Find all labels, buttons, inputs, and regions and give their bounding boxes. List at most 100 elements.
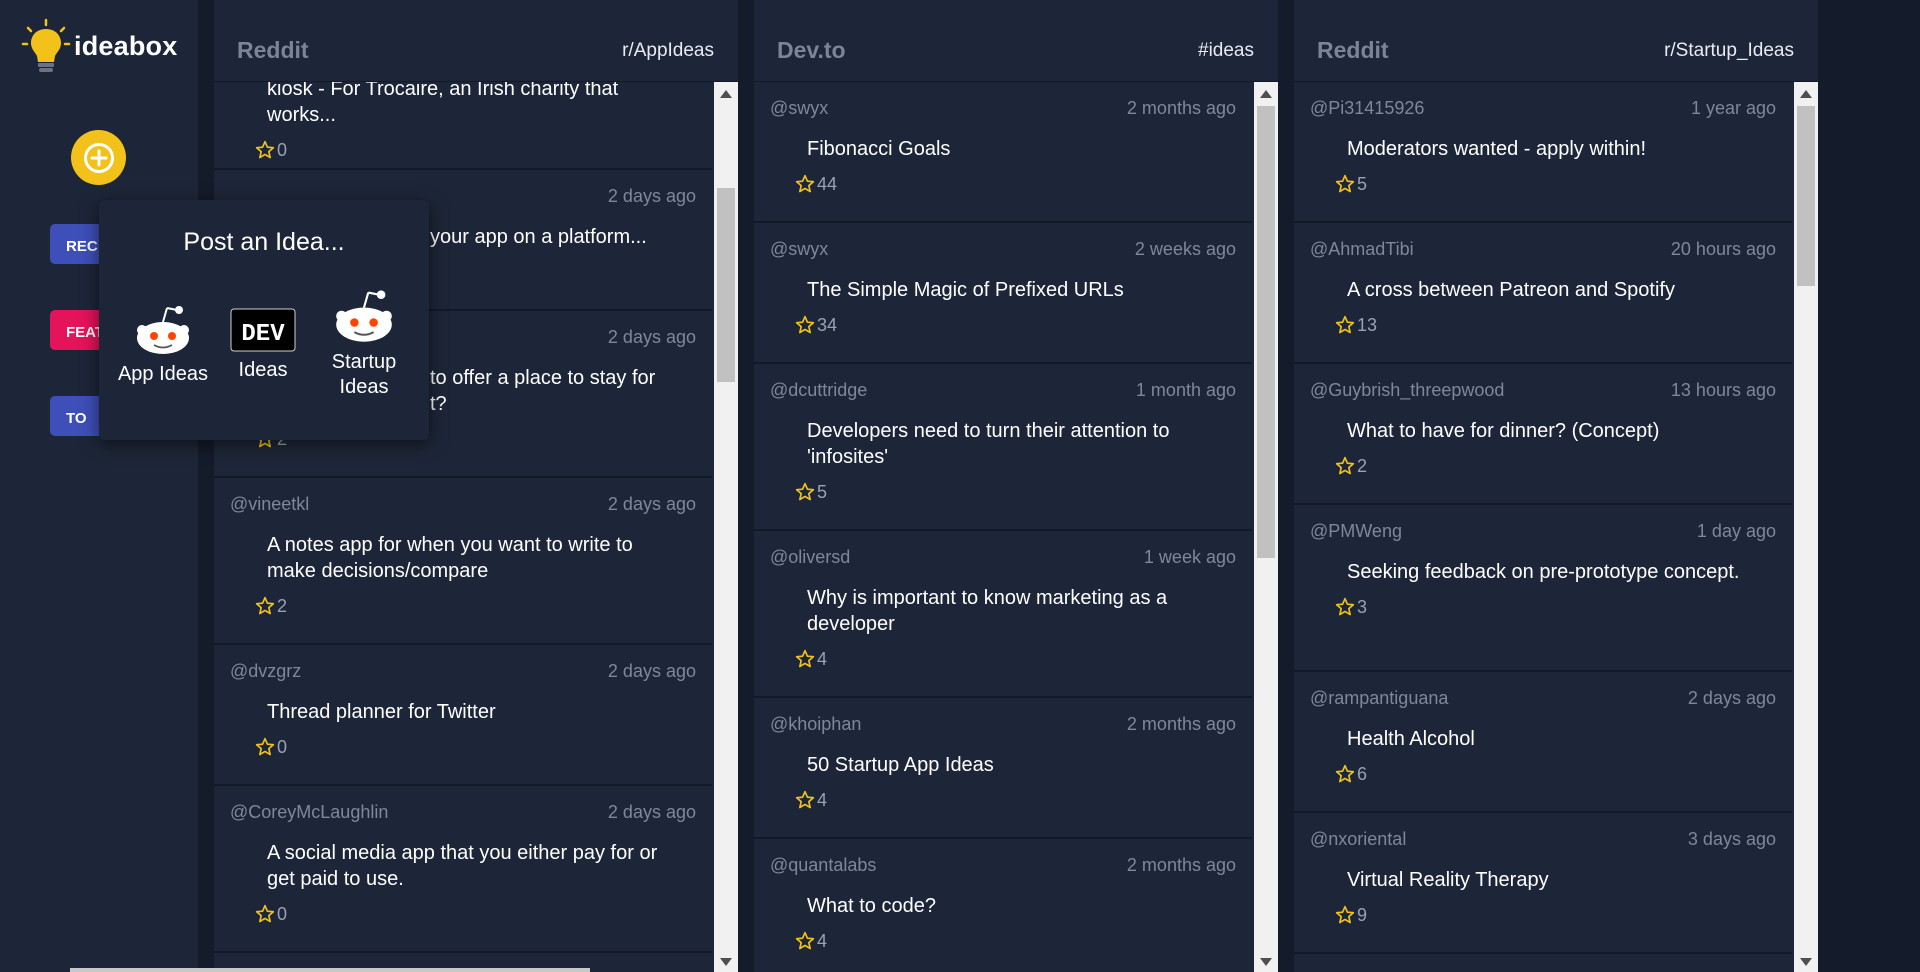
star-rating[interactable]: 4 — [795, 929, 1236, 953]
star-count: 34 — [817, 314, 838, 335]
idea-card[interactable]: @CoreyMcLaughlin 2 days ago A social medi… — [214, 786, 712, 953]
scroll-down-arrow[interactable] — [1800, 958, 1812, 966]
scroll-thumb[interactable] — [1257, 106, 1275, 558]
idea-author[interactable]: @swyx — [770, 237, 828, 261]
scrollbar[interactable] — [1794, 82, 1818, 972]
idea-author[interactable]: @oliversd — [770, 545, 850, 569]
star-rating[interactable]: 6 — [1335, 762, 1776, 786]
star-count: 4 — [817, 648, 828, 669]
star-rating[interactable]: 4 — [795, 647, 1236, 671]
idea-card[interactable]: @vineetkl 2 days ago A notes app for when… — [214, 478, 712, 645]
scroll-thumb[interactable] — [1797, 106, 1815, 286]
idea-time: 13 hours ago — [1670, 380, 1776, 400]
star-rating[interactable]: 9 — [1335, 903, 1776, 927]
post-option-startup-ideas[interactable]: Startup Ideas — [309, 286, 419, 400]
star-count: 5 — [1357, 173, 1368, 194]
idea-author[interactable]: @swyx — [770, 96, 828, 120]
app-logo[interactable]: ideabox — [20, 18, 177, 74]
idea-author[interactable]: @khoiphan — [770, 712, 861, 736]
star-rating[interactable]: 13 — [1335, 313, 1776, 337]
reddit-icon — [137, 306, 189, 354]
idea-title: Why is important to know marketing as a … — [807, 587, 1168, 635]
idea-time: 1 day ago — [1696, 521, 1776, 541]
star-icon — [1335, 174, 1355, 193]
idea-time: 1 year ago — [1690, 98, 1776, 118]
column-header: Reddit r/AppIdeas — [214, 0, 738, 82]
star-rating[interactable]: 2 — [1335, 454, 1776, 478]
column-scroll-area[interactable]: @Pi31415926 1 year ago Moderators wanted … — [1294, 82, 1818, 972]
column-scroll-area[interactable]: @swyx 2 months ago Fibonacci Goals 44 @sw… — [754, 82, 1278, 972]
scroll-thumb[interactable] — [717, 188, 735, 382]
popup-title: Post an Idea... — [183, 228, 345, 256]
idea-card[interactable]: @AhmadTibi 20 hours ago A cross between P… — [1294, 223, 1792, 364]
idea-author[interactable]: @vineetkl — [230, 492, 309, 516]
idea-time: 2 days ago — [607, 186, 696, 206]
idea-title: What to have for dinner? (Concept) — [1347, 420, 1660, 442]
star-count: 5 — [817, 481, 828, 502]
column-source: Reddit — [237, 37, 309, 63]
horizontal-scrollbar[interactable] — [70, 968, 590, 972]
column-tag[interactable]: r/Startup_Ideas — [1664, 20, 1794, 62]
idea-author[interactable]: @Pi31415926 — [1310, 96, 1424, 120]
card-list: @swyx 2 months ago Fibonacci Goals 44 @sw… — [754, 82, 1252, 972]
idea-time: 2 months ago — [1126, 855, 1236, 875]
add-idea-button[interactable] — [71, 130, 126, 185]
idea-card[interactable]: @rampantiguana 2 days ago Health Alcohol … — [1294, 672, 1792, 813]
star-count: 9 — [1357, 904, 1368, 925]
star-rating[interactable]: 0 — [255, 735, 696, 759]
star-icon — [255, 904, 275, 923]
scrollbar[interactable] — [1254, 82, 1278, 972]
idea-time: 2 months ago — [1126, 98, 1236, 118]
star-rating[interactable]: 5 — [795, 480, 1236, 504]
star-rating[interactable]: 34 — [795, 313, 1236, 337]
idea-time: 2 days ago — [607, 494, 696, 514]
star-rating[interactable]: 44 — [795, 172, 1236, 196]
scroll-up-arrow[interactable] — [720, 90, 732, 98]
scrollbar[interactable] — [714, 82, 738, 972]
post-option-ideas[interactable]: DEV Ideas — [221, 302, 305, 383]
idea-card[interactable]: @PMWeng 1 day ago Seeking feedback on pre… — [1294, 505, 1792, 672]
plus-circle-icon — [83, 142, 114, 173]
star-rating[interactable]: 0 — [255, 138, 696, 162]
feed-column-startup-ideas: Reddit r/Startup_Ideas @Pi31415926 1 year… — [1294, 0, 1818, 972]
idea-author[interactable]: @CoreyMcLaughlin — [230, 800, 388, 824]
star-count: 0 — [277, 736, 288, 757]
star-rating[interactable]: 3 — [1335, 595, 1776, 619]
column-tag[interactable]: #ideas — [1198, 20, 1254, 62]
idea-author[interactable]: @dvzgrz — [230, 659, 301, 683]
column-tag[interactable]: r/AppIdeas — [622, 20, 714, 62]
idea-author[interactable]: @PMWeng — [1310, 519, 1402, 543]
scroll-up-arrow[interactable] — [1260, 90, 1272, 98]
idea-card[interactable]: @quantalabs 2 months ago What to code? 4 — [754, 839, 1252, 972]
idea-author[interactable]: @dcuttridge — [770, 378, 867, 402]
scroll-down-arrow[interactable] — [720, 958, 732, 966]
idea-card[interactable]: @Guybrish_threepwood 13 hours ago What to… — [1294, 364, 1792, 505]
post-option-app-ideas[interactable]: App Ideas — [109, 302, 217, 387]
idea-author[interactable]: @AhmadTibi — [1310, 237, 1414, 261]
idea-card[interactable]: @swyx 2 months ago Fibonacci Goals 44 — [754, 82, 1252, 223]
idea-author[interactable]: @rampantiguana — [1310, 686, 1448, 710]
star-icon — [255, 596, 275, 615]
star-rating[interactable]: 4 — [795, 788, 1236, 812]
idea-card[interactable]: @dvzgrz 2 days ago Thread planner for Twi… — [214, 645, 712, 786]
idea-time: 2 days ago — [607, 661, 696, 681]
column-header: Reddit r/Startup_Ideas — [1294, 0, 1818, 82]
idea-card[interactable]: @Pi31415926 1 year ago Moderators wanted … — [1294, 82, 1792, 223]
idea-card[interactable]: kiosk - For Trocaire, an Irish charity t… — [214, 82, 712, 170]
scroll-up-arrow[interactable] — [1800, 90, 1812, 98]
idea-card[interactable]: @khoiphan 2 months ago 50 Startup App Ide… — [754, 698, 1252, 839]
star-rating[interactable]: 5 — [1335, 172, 1776, 196]
idea-card[interactable]: @nxoriental 3 days ago Virtual Reality Th… — [1294, 813, 1792, 954]
idea-author[interactable]: @quantalabs — [770, 853, 876, 877]
scroll-down-arrow[interactable] — [1260, 958, 1272, 966]
tab-top-label: TO — [66, 410, 87, 427]
idea-title: your app on a platform... — [430, 226, 647, 248]
star-rating[interactable]: 2 — [255, 594, 696, 618]
idea-card[interactable]: @swyx 2 weeks ago The Simple Magic of Pre… — [754, 223, 1252, 364]
option-label: Ideas — [238, 359, 288, 381]
idea-card[interactable]: @dcuttridge 1 month ago Developers need t… — [754, 364, 1252, 531]
idea-author[interactable]: @Guybrish_threepwood — [1310, 378, 1504, 402]
idea-author[interactable]: @nxoriental — [1310, 827, 1406, 851]
idea-card[interactable]: @oliversd 1 week ago Why is important to … — [754, 531, 1252, 698]
star-rating[interactable]: 0 — [255, 902, 696, 926]
